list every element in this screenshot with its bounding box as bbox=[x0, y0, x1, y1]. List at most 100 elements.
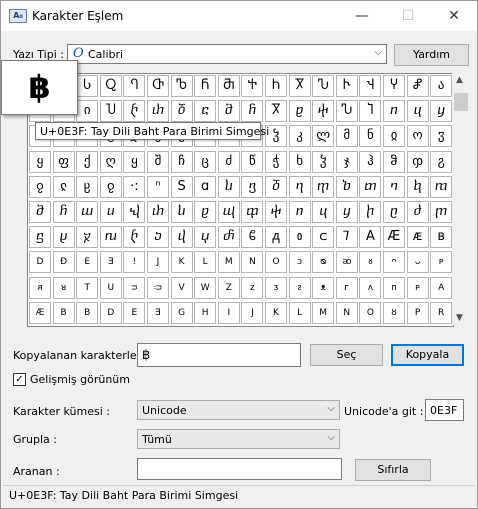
character-cell[interactable]: ჺ bbox=[52, 175, 75, 198]
character-cell[interactable]: Ⴍ bbox=[99, 75, 122, 97]
character-cell[interactable]: ⴃ bbox=[170, 100, 193, 123]
character-cell[interactable]: Æ bbox=[383, 226, 405, 249]
character-cell[interactable]: ⴕ bbox=[265, 201, 287, 223]
character-cell[interactable]: ⴋ bbox=[29, 201, 51, 223]
character-cell[interactable]: ლ bbox=[312, 125, 335, 148]
character-cell[interactable]: Ⴙ bbox=[265, 75, 287, 97]
character-cell[interactable]: ხ bbox=[288, 150, 311, 173]
character-cell[interactable]: T bbox=[76, 276, 99, 299]
charset-select[interactable]: Unicode ⌵ bbox=[137, 400, 340, 420]
help-button[interactable]: Yardım bbox=[394, 44, 469, 66]
copy-characters-field[interactable]: ฿ bbox=[137, 343, 301, 367]
character-cell[interactable]: ᴢ bbox=[241, 276, 264, 299]
maximize-button[interactable]: ☐ bbox=[385, 1, 431, 31]
character-cell[interactable]: ⴟ bbox=[76, 226, 99, 249]
character-cell[interactable]: ȣ bbox=[383, 301, 405, 324]
character-cell[interactable]: ⴤ bbox=[194, 226, 217, 249]
character-cell[interactable]: ᴗ bbox=[406, 251, 429, 274]
character-cell[interactable]: ᴚ bbox=[52, 276, 75, 299]
character-cell[interactable]: ძ bbox=[217, 150, 240, 173]
character-cell[interactable]: L bbox=[288, 301, 311, 324]
character-cell[interactable]: Ⴣ bbox=[359, 75, 382, 97]
character-cell[interactable]: ᴞ bbox=[147, 276, 169, 299]
character-cell[interactable]: U bbox=[99, 276, 122, 299]
character-cell[interactable]: Đ bbox=[52, 251, 75, 274]
character-cell[interactable]: ⴛ bbox=[406, 201, 429, 223]
character-cell[interactable]: ᴨ bbox=[383, 276, 405, 299]
character-cell[interactable]: H bbox=[194, 301, 217, 324]
character-cell[interactable]: ⴝ bbox=[29, 226, 51, 249]
character-cell[interactable]: ɑ bbox=[194, 175, 217, 198]
character-cell[interactable]: ᴝ bbox=[123, 276, 146, 299]
character-cell[interactable]: ᴙ bbox=[29, 276, 51, 299]
character-cell[interactable]: M bbox=[312, 301, 335, 324]
character-cell[interactable]: ⴍ bbox=[76, 201, 99, 223]
character-cell[interactable]: ⴢ bbox=[147, 226, 169, 249]
character-cell[interactable]: J bbox=[147, 251, 169, 274]
advanced-view-label[interactable]: Gelişmiş görünüm bbox=[30, 373, 130, 386]
character-cell[interactable]: O bbox=[265, 251, 287, 274]
select-button[interactable]: Seç bbox=[310, 344, 383, 366]
character-cell[interactable]: ᴩ bbox=[406, 276, 429, 299]
character-cell[interactable]: ჶ bbox=[406, 150, 429, 173]
copy-button[interactable]: Kopyala bbox=[391, 344, 464, 366]
character-cell[interactable]: L bbox=[194, 251, 217, 274]
character-cell[interactable]: Ⴟ bbox=[265, 100, 287, 123]
character-cell[interactable]: ღ bbox=[99, 150, 122, 173]
scroll-up-icon[interactable]: ▲ bbox=[456, 75, 463, 85]
character-cell[interactable]: მ bbox=[335, 125, 358, 148]
character-cell[interactable]: წ bbox=[241, 150, 264, 173]
character-cell[interactable]: ⴙ bbox=[359, 201, 382, 223]
character-cell[interactable]: S bbox=[170, 175, 193, 198]
character-cell[interactable]: ⴑ bbox=[170, 201, 193, 223]
character-cell[interactable]: ᲃ bbox=[312, 226, 335, 249]
character-cell[interactable]: ⴆ bbox=[335, 175, 358, 198]
character-cell[interactable]: ც bbox=[194, 150, 217, 173]
character-cell[interactable]: ⴡ bbox=[123, 100, 146, 123]
character-cell[interactable]: N bbox=[335, 301, 358, 324]
character-cell[interactable]: W bbox=[194, 276, 217, 299]
character-cell[interactable]: ᴖ bbox=[383, 251, 405, 274]
goto-unicode-input[interactable]: 0E3F bbox=[425, 399, 464, 421]
character-cell[interactable]: ⴌ bbox=[241, 100, 264, 123]
character-cell[interactable]: ყ bbox=[123, 150, 146, 173]
character-cell[interactable]: ო bbox=[406, 125, 429, 148]
character-cell[interactable]: ⴚ bbox=[383, 201, 405, 223]
character-cell[interactable]: ⴑ bbox=[217, 175, 240, 198]
character-cell[interactable]: Ⴕ bbox=[241, 75, 264, 97]
character-cell[interactable]: Ⴠ bbox=[335, 100, 358, 123]
character-cell[interactable]: ⴈ bbox=[383, 175, 405, 198]
character-cell[interactable]: ⴊ bbox=[430, 175, 453, 198]
character-cell[interactable]: ᴘ bbox=[430, 251, 453, 274]
character-cell[interactable]: ჸ bbox=[76, 175, 99, 198]
character-cell[interactable]: ⴗ bbox=[406, 100, 429, 123]
character-cell[interactable]: ⴄ bbox=[288, 175, 311, 198]
character-cell[interactable]: ქ bbox=[76, 150, 99, 173]
character-cell[interactable]: ⴞ bbox=[52, 226, 75, 249]
character-cell[interactable]: ·: bbox=[123, 175, 146, 198]
character-cell[interactable]: ⴂ bbox=[241, 175, 264, 198]
character-cell[interactable]: ⴕ bbox=[312, 100, 335, 123]
character-cell[interactable]: ჹ bbox=[99, 175, 122, 198]
character-cell[interactable]: ჲ bbox=[383, 125, 405, 148]
character-cell[interactable]: ᴓ bbox=[312, 251, 335, 274]
character-cell[interactable]: ჴ bbox=[312, 150, 335, 173]
character-cell[interactable]: Ǝ bbox=[147, 301, 169, 324]
character-cell[interactable]: D bbox=[29, 251, 51, 274]
scroll-down-icon[interactable]: ▼ bbox=[456, 313, 463, 323]
character-cell[interactable]: ᲄ bbox=[335, 226, 358, 249]
character-cell[interactable]: ⴃ bbox=[265, 175, 287, 198]
character-cell[interactable]: ⴉ bbox=[406, 175, 429, 198]
character-cell[interactable]: B bbox=[76, 301, 99, 324]
character-cell[interactable]: ⴅ bbox=[312, 175, 335, 198]
character-cell[interactable]: ა bbox=[430, 75, 453, 97]
character-cell[interactable]: K bbox=[170, 251, 193, 274]
character-grid[interactable]: ႷႱႭႤႧႪႬႫႵႹႿჀჁჃჄჅანიႮⴡⴐⴃⴀⴋⴌႿⴒⴕჀႨⴖⴗⴘაბგდევ… bbox=[27, 73, 454, 327]
close-button[interactable]: ✕ bbox=[431, 1, 477, 31]
character-cell[interactable]: ᴣ bbox=[265, 276, 287, 299]
character-cell[interactable]: ⴥ bbox=[217, 226, 240, 249]
character-cell[interactable]: ჯ bbox=[335, 150, 358, 173]
character-cell[interactable]: Ⴠ bbox=[312, 75, 335, 97]
character-cell[interactable]: Ⴇ bbox=[147, 75, 169, 97]
character-cell[interactable]: A bbox=[430, 276, 453, 299]
